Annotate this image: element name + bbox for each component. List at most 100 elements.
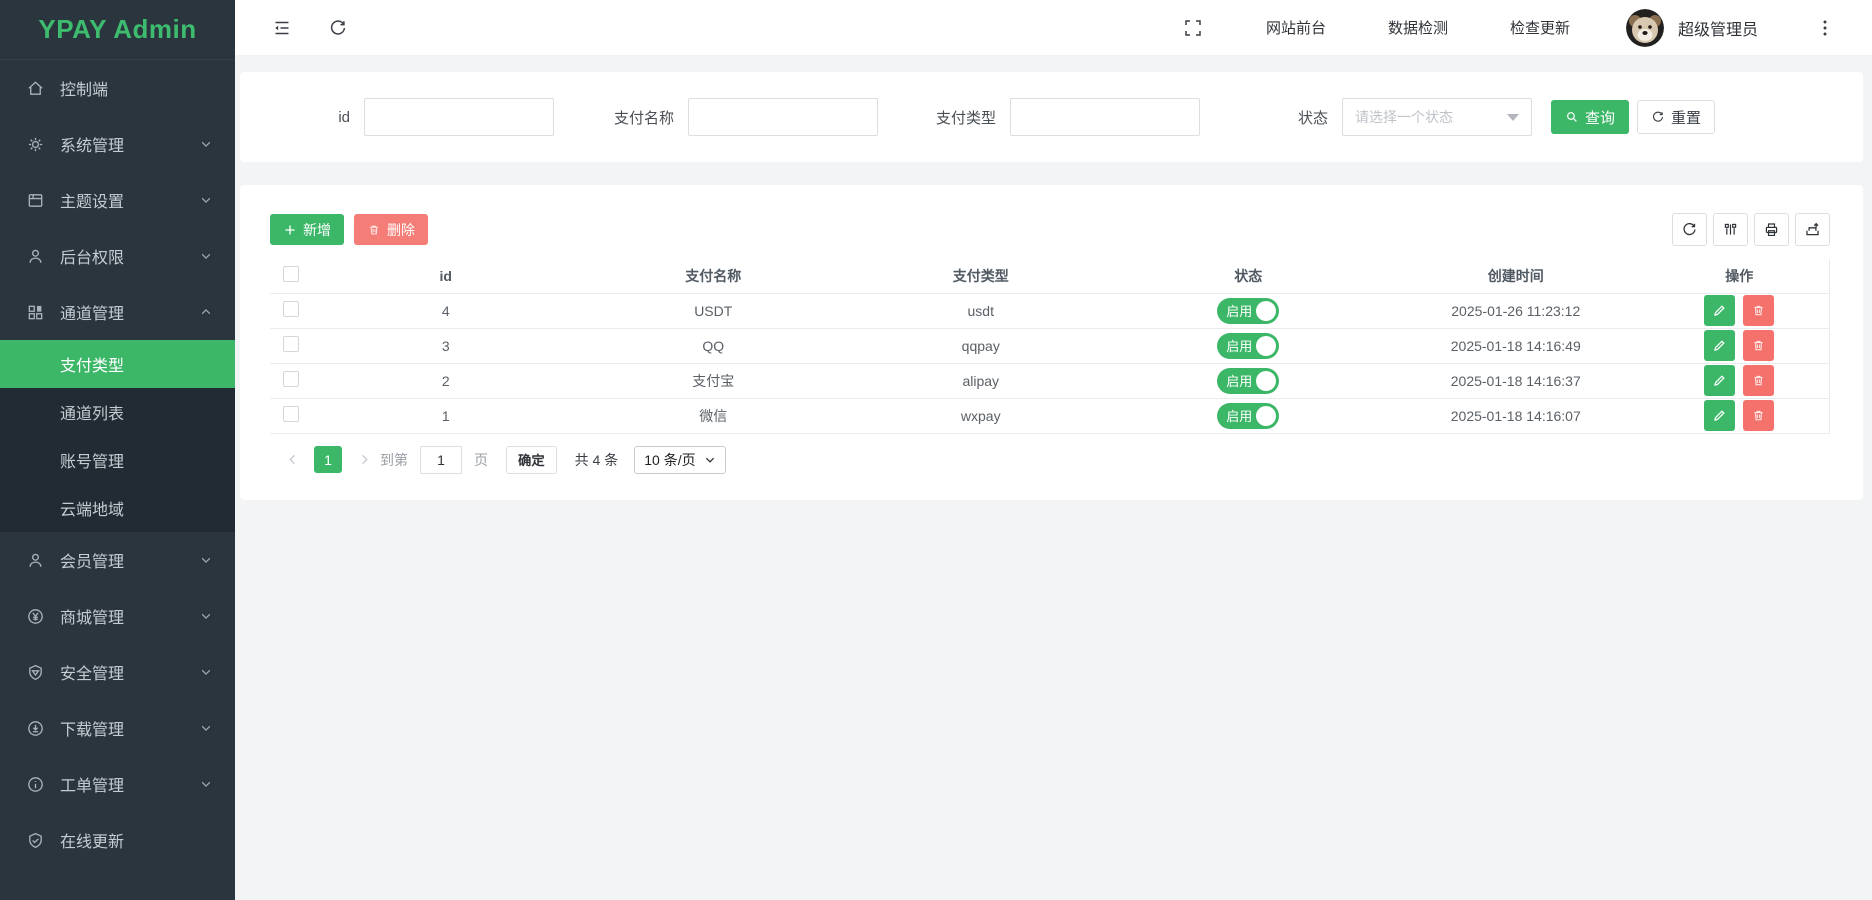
download-circle-icon	[26, 719, 45, 738]
toggle-knob	[1256, 301, 1276, 321]
row-checkbox[interactable]	[283, 406, 299, 422]
column-settings-button[interactable]	[1713, 213, 1748, 246]
sidebar-item-label: 系统管理	[60, 132, 199, 156]
table-header: id支付名称支付类型状态创建时间操作	[270, 259, 1830, 293]
sidebar-subitem-4-3[interactable]: 云端地域	[0, 484, 235, 532]
delete-button-label: 删除	[387, 220, 415, 240]
cell-created-time: 2025-01-26 11:23:12	[1382, 293, 1650, 328]
filter-group-pay-type: 支付类型	[932, 98, 1200, 136]
select-all-checkbox[interactable]	[283, 266, 299, 282]
chevron-down-icon	[199, 609, 213, 623]
id-filter-input[interactable]	[364, 98, 554, 136]
info-circle-icon	[26, 775, 45, 794]
goto-page-input[interactable]	[420, 446, 462, 474]
trash-icon	[367, 223, 381, 237]
sidebar-item-10[interactable]: 在线更新	[0, 812, 235, 868]
reset-icon	[1651, 110, 1665, 124]
table-panel: 新增 删除	[240, 185, 1863, 500]
page-number-button[interactable]: 1	[314, 446, 342, 473]
sidebar-item-1[interactable]: 系统管理	[0, 116, 235, 172]
cell-created-time: 2025-01-18 14:16:07	[1382, 398, 1650, 433]
topbar-right: 网站前台 数据检测 检查更新 超级管理员	[1182, 9, 1836, 47]
filter-label-id: id	[320, 109, 350, 126]
page-size-select[interactable]: 10 条/页	[634, 446, 725, 474]
table-row: 2支付宝alipay启用2025-01-18 14:16:37	[270, 363, 1830, 398]
pay-type-filter-input[interactable]	[1010, 98, 1200, 136]
sidebar-item-label: 安全管理	[60, 660, 199, 684]
sidebar-subitem-4-0[interactable]: 支付类型	[0, 340, 235, 388]
row-checkbox[interactable]	[283, 371, 299, 387]
topbar-link-frontend[interactable]: 网站前台	[1266, 17, 1326, 38]
delete-button[interactable]: 删除	[354, 214, 428, 245]
delete-row-button[interactable]	[1743, 400, 1774, 431]
goto-confirm-button[interactable]: 确定	[506, 446, 557, 474]
app-logo: YPAY Admin	[0, 0, 235, 60]
home-icon	[26, 79, 45, 98]
status-toggle[interactable]: 启用	[1217, 298, 1279, 324]
goto-suffix-label: 页	[474, 450, 488, 470]
sidebar-item-6[interactable]: 商城管理	[0, 588, 235, 644]
status-toggle[interactable]: 启用	[1217, 403, 1279, 429]
export-icon	[1804, 221, 1821, 238]
fullscreen-icon[interactable]	[1182, 17, 1204, 39]
add-button-label: 新增	[303, 220, 331, 240]
cell-pay-name: 支付宝	[580, 363, 848, 398]
prev-page-icon[interactable]	[282, 446, 302, 473]
delete-row-button[interactable]	[1743, 330, 1774, 361]
status-toggle[interactable]: 启用	[1217, 333, 1279, 359]
status-select[interactable]: 请选择一个状态	[1342, 98, 1532, 136]
refresh-page-icon[interactable]	[327, 17, 349, 39]
edit-row-button[interactable]	[1704, 400, 1735, 431]
more-menu-icon[interactable]	[1814, 17, 1836, 39]
filter-group-pay-name: 支付名称	[610, 98, 878, 136]
row-checkbox[interactable]	[283, 301, 299, 317]
pay-name-filter-input[interactable]	[688, 98, 878, 136]
payments-table: id支付名称支付类型状态创建时间操作 4USDTusdt启用2025-01-26…	[270, 259, 1830, 434]
sidebar-item-3[interactable]: 后台权限	[0, 228, 235, 284]
sidebar-item-0[interactable]: 控制端	[0, 60, 235, 116]
edit-row-button[interactable]	[1704, 295, 1735, 326]
delete-row-button[interactable]	[1743, 295, 1774, 326]
sidebar-item-7[interactable]: 安全管理	[0, 644, 235, 700]
sidebar-subitem-4-1[interactable]: 通道列表	[0, 388, 235, 436]
topbar-link-data-check[interactable]: 数据检测	[1388, 17, 1448, 38]
sidebar-item-label: 工单管理	[60, 772, 199, 796]
current-user-label[interactable]: 超级管理员	[1678, 16, 1758, 40]
sidebar-item-label: 主题设置	[60, 188, 199, 212]
next-page-icon[interactable]	[354, 446, 374, 473]
sidebar-item-2[interactable]: 主题设置	[0, 172, 235, 228]
topbar-link-check-update[interactable]: 检查更新	[1510, 17, 1570, 38]
chevron-down-icon	[199, 721, 213, 735]
sidebar-collapse-icon[interactable]	[271, 17, 293, 39]
status-toggle[interactable]: 启用	[1217, 368, 1279, 394]
filter-label-pay-type: 支付类型	[932, 107, 996, 128]
delete-row-button[interactable]	[1743, 365, 1774, 396]
column-header-1: 支付名称	[580, 259, 848, 293]
filter-panel: id 支付名称 支付类型 状态 请选择一个状态	[240, 72, 1863, 162]
chevron-down-icon	[704, 454, 716, 466]
edit-row-button[interactable]	[1704, 330, 1735, 361]
sidebar-subitem-4-2[interactable]: 账号管理	[0, 436, 235, 484]
cell-id: 4	[312, 293, 580, 328]
refresh-icon	[1681, 221, 1698, 238]
cell-pay-name: QQ	[580, 328, 848, 363]
sidebar-item-8[interactable]: 下载管理	[0, 700, 235, 756]
cell-id: 3	[312, 328, 580, 363]
add-button[interactable]: 新增	[270, 214, 344, 245]
topbar: 网站前台 数据检测 检查更新 超级管理员	[235, 0, 1872, 56]
print-button[interactable]	[1754, 213, 1789, 246]
reset-button[interactable]: 重置	[1637, 100, 1715, 134]
edit-row-button[interactable]	[1704, 365, 1735, 396]
sidebar-item-4[interactable]: 通道管理	[0, 284, 235, 340]
export-button[interactable]	[1795, 213, 1830, 246]
main-area: 网站前台 数据检测 检查更新 超级管理员	[235, 0, 1872, 900]
sidebar-item-label: 会员管理	[60, 548, 199, 572]
avatar[interactable]	[1626, 9, 1664, 47]
sidebar-item-5[interactable]: 会员管理	[0, 532, 235, 588]
table-refresh-button[interactable]	[1672, 213, 1707, 246]
printer-icon	[1763, 221, 1780, 238]
row-checkbox[interactable]	[283, 336, 299, 352]
chevron-down-icon	[199, 777, 213, 791]
search-button[interactable]: 查询	[1551, 100, 1629, 134]
sidebar-item-9[interactable]: 工单管理	[0, 756, 235, 812]
